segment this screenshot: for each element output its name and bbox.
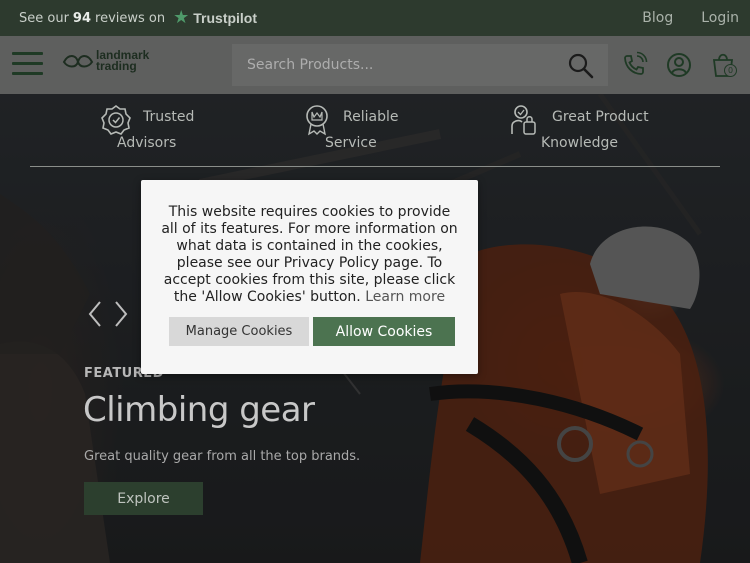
search-bar — [232, 44, 608, 86]
feature-great-product-knowledge: Great Product Knowledge — [511, 104, 652, 156]
slider-arrows — [88, 301, 128, 327]
logo-line2: trading — [96, 59, 137, 73]
search-input[interactable] — [232, 44, 562, 86]
site-logo[interactable]: landmark trading — [62, 48, 162, 82]
learn-more-link[interactable]: Learn more — [365, 289, 445, 305]
trustpilot-suffix: reviews on — [95, 10, 166, 26]
cookie-consent-dialog: This website requires cookies to provide… — [141, 180, 478, 374]
blog-link[interactable]: Blog — [642, 10, 673, 26]
top-bar: See our 94 reviews on ★ Trustpilot Blog … — [0, 0, 750, 36]
search-icon[interactable] — [567, 52, 595, 80]
cookie-message: This website requires cookies to provide… — [161, 204, 458, 306]
explore-button[interactable]: Explore — [84, 482, 203, 515]
site-header: landmark trading 0 — [0, 36, 750, 94]
reviews-count: 94 — [72, 10, 92, 26]
feature-trusted-advisors: Trusted Advisors — [101, 104, 213, 156]
badge-icon — [101, 105, 131, 135]
feature-reliable-service: Reliable Service — [305, 104, 405, 156]
trustpilot-brand: Trustpilot — [193, 10, 258, 26]
account-icon[interactable] — [664, 50, 694, 80]
ribbon-icon — [306, 105, 328, 136]
chevron-left-icon[interactable] — [88, 301, 101, 327]
trustpilot-prefix: See our — [19, 10, 69, 26]
manage-cookies-button[interactable]: Manage Cookies — [169, 317, 309, 346]
knowledge-icon — [511, 105, 536, 135]
chevron-right-icon[interactable] — [115, 301, 128, 327]
cart-count: 0 — [724, 64, 737, 77]
login-link[interactable]: Login — [701, 10, 739, 26]
hero-subtitle: Great quality gear from all the top bran… — [84, 449, 361, 464]
cart-icon[interactable]: 0 — [710, 50, 740, 80]
hero-title: Climbing gear — [83, 390, 315, 430]
allow-cookies-button[interactable]: Allow Cookies — [313, 317, 455, 346]
features-strip: Trusted Advisors Reliable Service Great … — [0, 94, 750, 166]
features-divider — [30, 166, 720, 167]
logo-leaf-icon — [62, 55, 94, 68]
trustpilot-star-icon: ★ — [173, 7, 190, 28]
trustpilot-link[interactable]: See our 94 reviews on ★ Trustpilot — [19, 7, 258, 28]
phone-icon[interactable] — [619, 50, 649, 80]
menu-icon[interactable] — [12, 52, 43, 76]
